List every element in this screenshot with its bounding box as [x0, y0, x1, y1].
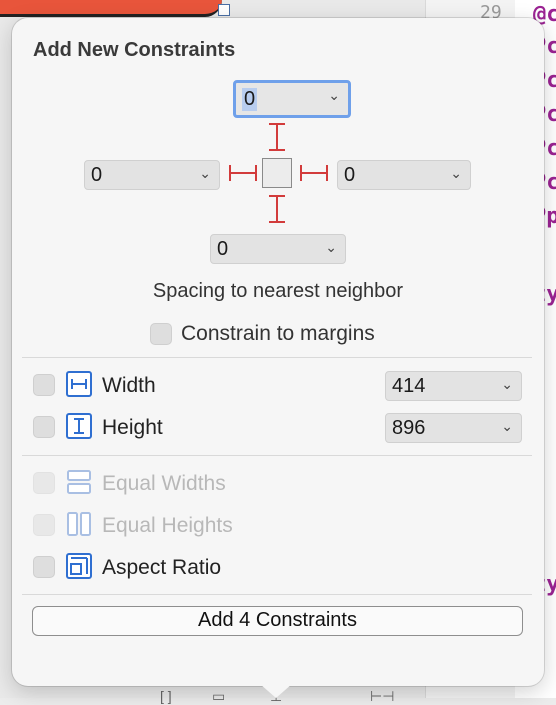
divider [22, 594, 532, 595]
constrain-to-margins-checkbox[interactable] [150, 323, 172, 345]
chevron-down-icon: ⌄ [450, 165, 462, 181]
constrain-to-margins-label: Constrain to margins [181, 322, 375, 345]
equal-heights-icon [67, 512, 91, 536]
width-label: Width [102, 374, 156, 397]
aspect-ratio-icon [66, 553, 92, 579]
right-spacing-field[interactable]: 0 ⌄ [337, 160, 471, 190]
height-icon [66, 413, 92, 439]
width-value-field[interactable]: 414 ⌄ [385, 371, 522, 401]
aspect-ratio-label: Aspect Ratio [102, 556, 222, 579]
spacing-caption: Spacing to nearest neighbor [152, 280, 404, 302]
height-checkbox[interactable] [33, 416, 55, 438]
bottom-spacing-value: 0 [217, 238, 229, 260]
resize-handle[interactable] [218, 4, 230, 16]
right-spacing-value: 0 [344, 164, 356, 186]
left-spacing-value: 0 [91, 164, 103, 186]
selected-view-shape [0, 0, 222, 17]
height-label: Height [102, 416, 163, 439]
chevron-down-icon: ⌄ [501, 418, 513, 434]
equal-heights-label: Equal Heights [102, 514, 233, 537]
equal-widths-icon [67, 470, 91, 494]
canvas-toolbar-icon[interactable]: [ ] [160, 688, 172, 704]
equal-widths-checkbox [33, 472, 55, 494]
chevron-down-icon: ⌄ [325, 239, 337, 255]
aspect-ratio-checkbox[interactable] [33, 556, 55, 578]
equal-heights-checkbox [33, 514, 55, 536]
equal-widths-label: Equal Widths [102, 472, 226, 495]
width-checkbox[interactable] [33, 374, 55, 396]
chevron-down-icon: ⌄ [501, 376, 513, 392]
width-icon [66, 371, 92, 397]
top-spacing-field[interactable]: 0 ⌄ [233, 80, 351, 118]
popover-title: Add New Constraints [33, 39, 236, 61]
canvas-toolbar-icon[interactable]: ▭ [212, 688, 225, 705]
top-spacing-value: 0 [242, 88, 258, 111]
height-value-field[interactable]: 896 ⌄ [385, 413, 522, 443]
divider [22, 455, 532, 456]
popover-arrow [260, 684, 292, 698]
constrained-view-preview [262, 158, 292, 188]
bottom-spacing-field[interactable]: 0 ⌄ [210, 234, 346, 264]
chevron-down-icon: ⌄ [328, 87, 340, 103]
canvas-toolbar-icon[interactable]: ⊢⊣ [370, 688, 394, 705]
divider [22, 357, 532, 358]
left-spacing-field[interactable]: 0 ⌄ [84, 160, 220, 190]
add-constraints-button[interactable]: Add 4 Constraints [32, 606, 523, 636]
height-value: 896 [392, 417, 426, 439]
chevron-down-icon: ⌄ [199, 165, 211, 181]
width-value: 414 [392, 375, 426, 397]
add-constraints-popover: Add New Constraints 0 ⌄ 0 ⌄ 0 ⌄ 0 ⌄ Spac… [12, 18, 544, 686]
